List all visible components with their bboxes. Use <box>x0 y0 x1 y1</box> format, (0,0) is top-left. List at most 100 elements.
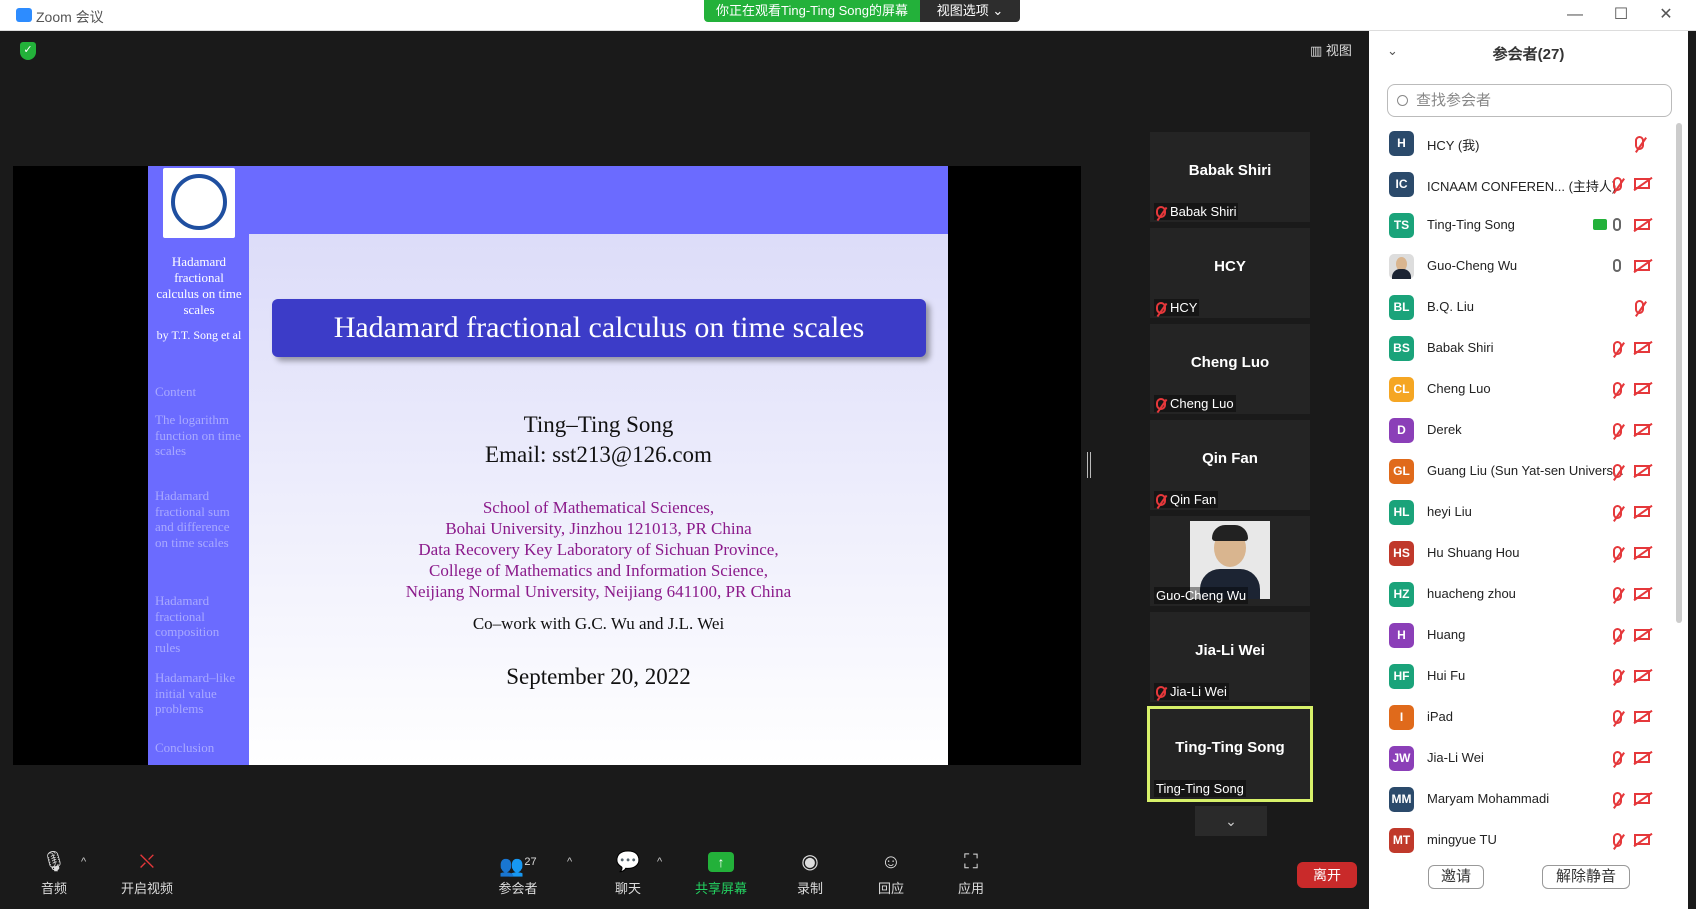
muted-mic-icon[interactable] <box>1613 628 1622 642</box>
video-off-icon <box>1634 588 1650 599</box>
participant-row[interactable]: MT mingyue TU <box>1389 820 1669 861</box>
avatar: MM <box>1389 787 1414 812</box>
participant-row[interactable]: TS Ting-Ting Song <box>1389 205 1669 246</box>
participant-row[interactable]: HS Hu Shuang Hou <box>1389 533 1669 574</box>
active-speaker-tile[interactable]: Ting-Ting Song Ting-Ting Song <box>1147 706 1313 802</box>
muted-mic-icon[interactable] <box>1613 546 1622 560</box>
participant-row[interactable]: IiPad <box>1389 697 1669 738</box>
participant-row[interactable]: H HCY (我) <box>1389 123 1669 164</box>
apps-button[interactable]: ⛶ 应用 <box>931 850 1011 897</box>
sidebar-title: Hadamard fractional calculus on time sca… <box>156 254 242 317</box>
participant-row[interactable]: CL Cheng Luo <box>1389 369 1669 410</box>
resize-handle[interactable] <box>1087 452 1091 478</box>
close-icon[interactable]: ✕ <box>1651 5 1681 25</box>
muted-mic-icon <box>1156 398 1166 410</box>
participant-row[interactable]: HF Hui Fu <box>1389 656 1669 697</box>
participants-options-caret[interactable]: ^ <box>567 856 572 868</box>
video-tile[interactable]: Babak Shiri Babak Shiri <box>1150 132 1310 222</box>
muted-mic-icon[interactable] <box>1635 136 1644 150</box>
participants-scrollbar[interactable] <box>1676 123 1682 623</box>
participant-row[interactable]: MM Maryam Mohammadi <box>1389 779 1669 820</box>
muted-mic-icon[interactable] <box>1613 423 1622 437</box>
view-options-button[interactable]: 视图选项 ⌄ <box>920 0 1020 22</box>
video-tile[interactable]: Jia-Li Wei Jia-Li Wei <box>1150 612 1310 702</box>
start-video-button[interactable]: ⛌ 开启视频 <box>107 850 187 897</box>
muted-mic-icon[interactable] <box>1613 341 1622 355</box>
view-button-label: 视图 <box>1325 43 1352 58</box>
invite-button[interactable]: 邀请 <box>1428 865 1484 889</box>
muted-mic-icon <box>1156 302 1166 314</box>
participant-row[interactable]: IC ICNAAM CONFEREN... (主持人) <box>1389 164 1669 205</box>
tile-label: Ting-Ting Song <box>1154 780 1246 797</box>
muted-mic-icon[interactable] <box>1613 751 1622 765</box>
participant-row[interactable]: BS Babak Shiri <box>1389 328 1669 369</box>
chat-options-caret[interactable]: ^ <box>657 856 662 868</box>
minimize-icon[interactable]: — <box>1560 5 1590 25</box>
muted-mic-icon[interactable] <box>1613 505 1622 519</box>
participant-name: mingyue TU <box>1427 832 1497 847</box>
participant-row[interactable]: BL B.Q. Liu <box>1389 287 1669 328</box>
tile-label: Babak Shiri <box>1154 203 1239 220</box>
avatar: H <box>1389 131 1414 156</box>
nav-item: Hadamard–like initial value problems <box>155 670 236 716</box>
video-off-icon <box>1634 547 1650 558</box>
microphone-icon[interactable] <box>1613 218 1621 231</box>
muted-mic-icon[interactable] <box>1613 833 1622 847</box>
participant-row[interactable]: JW Jia-Li Wei <box>1389 738 1669 779</box>
muted-mic-icon[interactable] <box>1613 464 1622 478</box>
chat-button[interactable]: 💬 聊天 <box>588 850 668 897</box>
microphone-icon[interactable] <box>1613 259 1621 272</box>
participant-row[interactable]: D Derek <box>1389 410 1669 451</box>
sharing-icon <box>1593 219 1607 230</box>
muted-mic-icon[interactable] <box>1613 792 1622 806</box>
avatar: HZ <box>1389 582 1414 607</box>
video-tile[interactable]: Cheng Luo Cheng Luo <box>1150 324 1310 414</box>
maximize-icon[interactable]: ☐ <box>1606 5 1636 25</box>
view-button[interactable]: ▥ 视图 <box>1310 40 1352 59</box>
audio-label: 音频 <box>40 881 67 896</box>
tile-name: Qin Fan <box>1202 450 1258 467</box>
leave-button[interactable]: 离开 <box>1297 862 1357 888</box>
share-screen-button[interactable]: ↑ 共享屏幕 <box>681 850 761 897</box>
share-label: 共享屏幕 <box>694 881 747 896</box>
avatar: HL <box>1389 500 1414 525</box>
muted-mic-icon[interactable] <box>1613 177 1622 191</box>
muted-mic-icon <box>1156 686 1166 698</box>
audio-options-caret[interactable]: ^ <box>81 856 86 868</box>
search-participants-input[interactable]: 查找参会者 <box>1387 84 1672 117</box>
record-label: 录制 <box>796 881 823 896</box>
video-tile[interactable]: HCY HCY <box>1150 228 1310 318</box>
participant-name: Hui Fu <box>1427 668 1466 683</box>
muted-mic-icon[interactable] <box>1613 669 1622 683</box>
reactions-button[interactable]: ☺ 回应 <box>851 850 931 897</box>
participant-row[interactable]: GL Guang Liu (Sun Yat-sen Univers... <box>1389 451 1669 492</box>
video-off-icon <box>1634 383 1650 394</box>
muted-mic-icon[interactable] <box>1613 587 1622 601</box>
participant-name: Ting-Ting Song <box>1427 217 1515 232</box>
tile-label: Cheng Luo <box>1154 395 1236 412</box>
muted-mic-icon[interactable] <box>1635 300 1644 314</box>
unmute-all-button[interactable]: 解除静音 <box>1542 865 1630 889</box>
muted-mic-icon[interactable] <box>1613 710 1622 724</box>
affiliation-line: Neijiang Normal University, Neijiang 641… <box>405 582 792 601</box>
apps-label: 应用 <box>957 881 984 896</box>
affiliation-line: School of Mathematical Sciences, <box>482 498 715 517</box>
record-button[interactable]: ◉ 录制 <box>770 850 850 897</box>
muted-mic-icon[interactable] <box>1613 382 1622 396</box>
nav-item: Hadamard fractional composition rules <box>155 593 220 655</box>
video-tile[interactable]: Qin Fan Qin Fan <box>1150 420 1310 510</box>
tile-name: Jia-Li Wei <box>1195 642 1265 659</box>
zoom-window: Zoom 会议 — ☐ ✕ 你正在观看Ting-Ting Song的屏幕 视图选… <box>0 0 1696 909</box>
participants-button[interactable]: 👥27 参会者 <box>478 850 558 897</box>
video-tile[interactable]: Guo-Cheng Wu <box>1150 516 1310 606</box>
participant-row[interactable]: H Huang <box>1389 615 1669 656</box>
participant-row[interactable]: HZ huacheng zhou <box>1389 574 1669 615</box>
video-off-icon: ⛌ <box>139 851 155 873</box>
participant-row[interactable]: HL heyi Liu <box>1389 492 1669 533</box>
participant-name: B.Q. Liu <box>1427 299 1474 314</box>
participant-name: heyi Liu <box>1427 504 1472 519</box>
participant-row[interactable]: Guo-Cheng Wu <box>1389 246 1669 287</box>
security-shield-icon[interactable]: ✓ <box>20 42 36 60</box>
slide-author: Ting–Ting Song <box>523 412 674 437</box>
chevron-down-icon[interactable]: ⌄ <box>1195 806 1267 836</box>
